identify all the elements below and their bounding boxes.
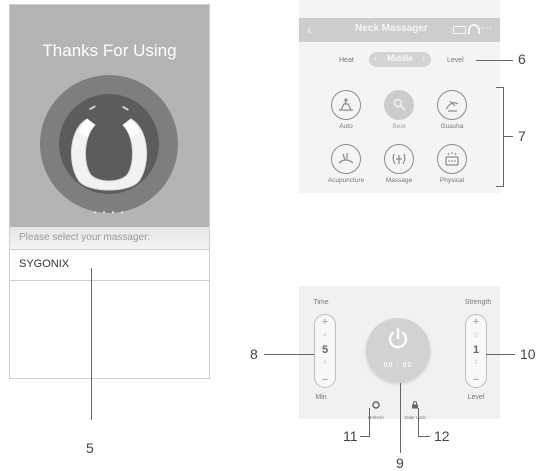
acupuncture-icon — [338, 153, 354, 164]
mode-physical-button[interactable]: Physical — [426, 144, 478, 184]
mode-auto-button[interactable]: Auto — [320, 90, 372, 130]
callout-line-11-h — [360, 436, 370, 437]
callout-10: 10 — [520, 346, 536, 362]
beat-icon — [393, 98, 406, 111]
select-prompt-bar: Please select your massager: — [10, 227, 209, 249]
more-icon[interactable]: ⋯ — [481, 21, 492, 34]
time-minus-icon[interactable]: − — [315, 374, 335, 386]
page-indicator: • • • • — [93, 208, 126, 217]
battery-icon — [453, 26, 466, 34]
mode-label: Beat — [392, 123, 406, 130]
strength-label: Strength — [464, 299, 492, 306]
mode-screen: ‹ Neck Massager ⋯ Heat ‹ Middle › Level … — [299, 0, 500, 193]
time-plus-icon[interactable]: + — [315, 316, 335, 328]
heat-value: Middle — [387, 54, 413, 63]
screen-title: Neck Massager — [355, 23, 428, 34]
strength-plus-icon[interactable]: + — [466, 316, 486, 328]
callout-bracket-bottom-7 — [496, 186, 504, 187]
time-label: Time — [313, 299, 329, 306]
mode-label: Physical — [439, 177, 465, 184]
callout-5: 5 — [86, 440, 94, 456]
time-prev-value: 4 — [323, 333, 327, 339]
mode-label: Massage — [385, 177, 413, 184]
level-label: Level — [447, 57, 464, 64]
welcome-title: Thanks For Using — [42, 41, 177, 60]
device-name: SYGONIX — [19, 258, 70, 270]
guasha-icon — [445, 100, 459, 112]
callout-line-12-h — [418, 436, 430, 437]
callout-line-8 — [264, 354, 314, 355]
physical-icon — [445, 152, 459, 166]
time-unit: Min — [315, 394, 327, 401]
mode-acupuncture-button[interactable]: Acupuncture — [320, 144, 372, 184]
callout-line-10 — [486, 354, 515, 355]
time-stepper[interactable]: + 4 5 6 − — [314, 314, 336, 388]
time-next-value: 6 — [323, 360, 327, 366]
power-button[interactable]: 00 : 00 — [366, 318, 430, 382]
device-list-item[interactable]: SYGONIX — [10, 249, 209, 281]
callout-6: 6 — [518, 51, 526, 67]
refresh-label: Refresh — [368, 415, 384, 420]
headset-icon — [468, 24, 480, 34]
callout-11: 11 — [343, 428, 358, 444]
mode-guasha-button[interactable]: Guasha — [426, 90, 478, 130]
mode-label: Auto — [339, 123, 353, 130]
elder-lock-button[interactable]: Elder Lock — [401, 396, 429, 420]
timer-display: 00 : 00 — [383, 362, 413, 369]
callout-line-6 — [476, 60, 513, 61]
strength-stepper[interactable]: + 0 1 2 − — [465, 314, 487, 388]
mode-label: Guasha — [440, 123, 464, 130]
time-value: 5 — [321, 344, 329, 356]
power-icon — [388, 327, 408, 349]
chevron-left-icon[interactable]: ‹ — [374, 53, 377, 63]
mode-label: Acupuncture — [327, 177, 365, 184]
auto-icon — [339, 98, 353, 111]
heat-label: Heat — [339, 57, 354, 64]
callout-line-7 — [503, 136, 513, 137]
nav-bar: ‹ Neck Massager ⋯ — [299, 18, 500, 42]
select-prompt: Please select your massager: — [19, 232, 151, 243]
callout-line-12-v — [418, 408, 419, 436]
strength-minus-icon[interactable]: − — [466, 374, 486, 386]
massage-icon — [392, 153, 406, 165]
callout-line-9 — [400, 383, 401, 453]
refresh-icon — [372, 401, 380, 409]
callout-bracket-top-7 — [496, 87, 504, 88]
strength-value: 1 — [472, 344, 480, 356]
chevron-right-icon[interactable]: › — [422, 53, 425, 63]
back-icon[interactable]: ‹ — [307, 21, 312, 37]
strength-prev-value: 0 — [474, 333, 478, 339]
callout-7: 7 — [518, 128, 526, 144]
mode-beat-button[interactable]: Beat — [373, 90, 425, 130]
callout-line-11-v — [369, 408, 370, 436]
callout-line-5 — [91, 268, 92, 420]
refresh-button[interactable]: Refresh — [362, 396, 390, 420]
heat-level-selector[interactable]: ‹ Middle › — [369, 52, 431, 67]
lock-label: Elder Lock — [404, 415, 426, 420]
strength-unit: Level — [467, 394, 485, 401]
strength-next-value: 2 — [474, 360, 478, 366]
mode-massage-button[interactable]: Massage — [373, 144, 425, 184]
neck-massager-image[interactable] — [59, 89, 159, 199]
massager-select-screen: Thanks For Using • • • • Please select y… — [9, 4, 210, 379]
callout-12: 12 — [434, 428, 450, 444]
welcome-banner: Thanks For Using • • • • — [10, 5, 209, 227]
callout-8: 8 — [250, 346, 258, 362]
